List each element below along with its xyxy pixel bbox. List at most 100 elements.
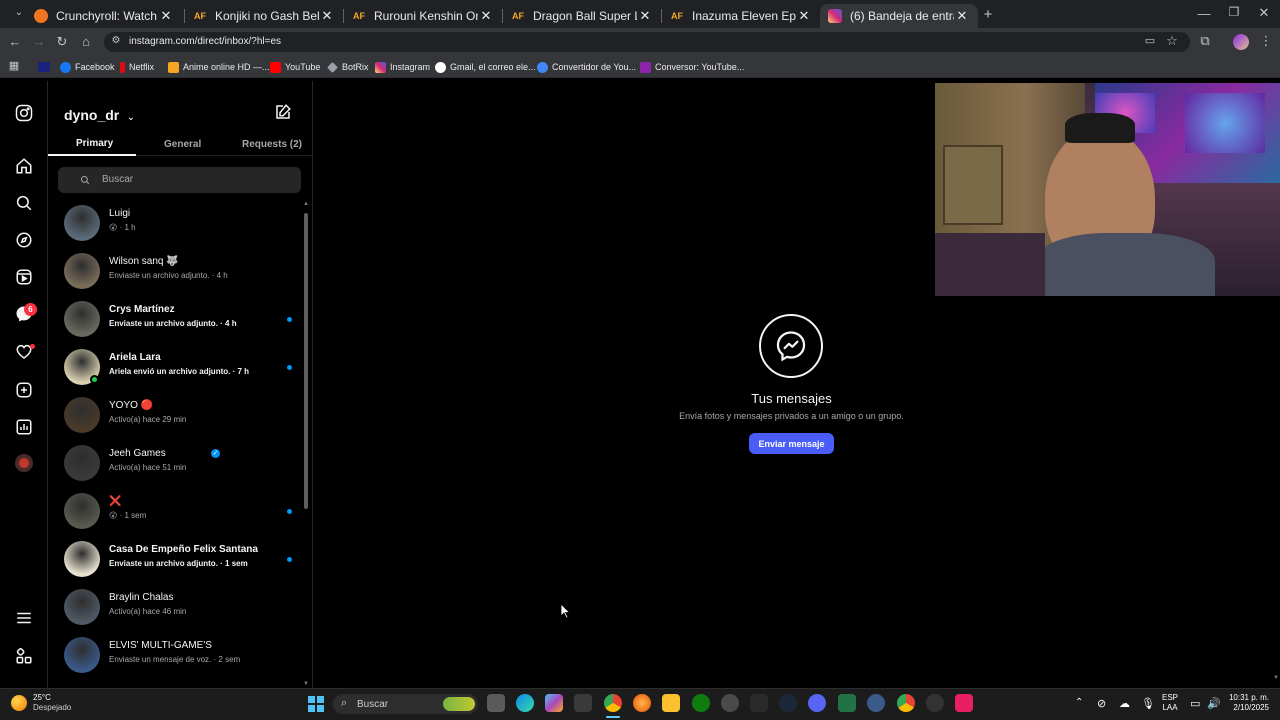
apps-grid-icon[interactable]: ▦ [5,59,23,72]
tray-app-icon[interactable]: ⊘ [1097,697,1106,710]
browser-tab-4[interactable]: AF Dragon Ball Super Latino Episo ✕ [503,4,661,28]
weather-widget[interactable]: 25°C Despejado [33,693,71,713]
maximize-icon[interactable]: ❐ [1225,5,1243,19]
task-view-icon[interactable] [487,694,505,712]
system-clock[interactable]: 10:31 p. m. 2/10/2025 [1223,693,1269,713]
conversation-row[interactable]: Wilson sanq 🐺 Enviaste un archivo adjunto… [48,249,298,297]
copilot-icon[interactable] [545,694,563,712]
reload-icon[interactable]: ↻ [53,34,71,50]
also-from-meta-icon[interactable] [13,645,35,667]
site-favicon: AF [512,11,524,21]
address-url[interactable]: instagram.com/direct/inbox/?hl=es [129,36,281,47]
discord-icon[interactable] [808,694,826,712]
conversation-name: Ariela Lara [109,352,161,363]
app-icon[interactable] [574,694,592,712]
conversation-row[interactable]: ELVIS' MULTI-GAME'S Enviaste un mensaje d… [48,633,298,681]
bookmark-botrix[interactable]: BotRix [327,60,369,74]
bookmark-facebook[interactable]: Facebook [60,60,115,74]
conversation-row[interactable]: Luigi 😮 · 1 h [48,201,298,249]
search-box[interactable]: Buscar [58,167,301,193]
forward-icon[interactable]: → [30,34,48,49]
bookmark-netflix[interactable]: Netflix [120,60,154,74]
conversation-row[interactable]: Braylin Chalas Activo(a) hace 46 min [48,585,298,633]
browser-tab-2[interactable]: AF Konjiki no Gash Bell!! Online Gr ✕ [185,4,343,28]
create-post-icon[interactable] [13,379,35,401]
home-nav-icon[interactable] [13,155,35,177]
bookmark-folder-icon[interactable] [38,62,50,72]
close-tab-icon[interactable]: ✕ [478,8,494,24]
chrome-profile-icon[interactable] [897,694,915,712]
conversation-row[interactable]: YOYO 🔴 Activo(a) hace 29 min [48,393,298,441]
close-tab-icon[interactable]: ✕ [158,8,174,24]
close-tab-icon[interactable]: ✕ [954,8,970,24]
4k-app-icon[interactable] [926,694,944,712]
bookmark-gmail[interactable]: Gmail, el correo ele... [435,60,536,74]
reels-icon[interactable] [13,266,35,288]
list-scrollbar[interactable]: ▲ ▼ [303,201,309,689]
bookmark-anime-online[interactable]: Anime online HD —... [168,60,270,74]
steam-icon[interactable] [779,694,797,712]
new-tab-icon[interactable]: + [979,6,997,23]
tab-general[interactable]: General [164,139,201,150]
conversation-avatar [64,301,100,337]
bookmark-instagram[interactable]: Instagram [375,60,430,74]
bookmark-conversor[interactable]: Conversor: YouTube... [640,60,744,74]
settings-app-icon[interactable] [867,694,885,712]
more-menu-icon[interactable] [13,607,35,629]
tab-primary[interactable]: Primary [76,138,113,149]
site-info-icon[interactable]: ⚙ [107,35,125,46]
file-explorer-icon[interactable] [662,694,680,712]
close-tab-icon[interactable]: ✕ [319,8,335,24]
language-indicator[interactable]: ESP LAA [1162,693,1178,713]
conversation-row[interactable]: ❌ 😮 · 1 sem [48,489,298,537]
weather-moon-icon[interactable] [11,695,27,711]
search-nav-icon[interactable] [13,192,35,214]
profile-nav-avatar[interactable] [15,454,33,472]
browser-tab-3[interactable]: AF Rurouni Kenshin Online Gratis ✕ [344,4,502,28]
profile-avatar[interactable] [1233,34,1249,50]
network-icon[interactable]: ▭ [1190,697,1200,710]
conversation-name: Jeeh Games [109,448,166,459]
xbox-icon[interactable] [692,694,710,712]
volume-icon[interactable]: 🔊 [1207,697,1221,710]
bookmark-star-icon[interactable]: ☆ [1163,33,1181,49]
epic-games-icon[interactable] [750,694,768,712]
onedrive-cloud-icon[interactable]: ☁ [1119,697,1130,710]
chrome-icon[interactable] [604,694,622,712]
new-message-compose-icon[interactable] [274,103,294,123]
conversation-row[interactable]: Ariela Lara Ariela envió un archivo adjun… [48,345,298,393]
excel-icon[interactable] [838,694,856,712]
back-icon[interactable]: ← [6,34,24,49]
home-icon[interactable]: ⌂ [77,34,95,49]
show-hidden-icons[interactable]: ⌃ [1075,697,1083,708]
menu-kebab-icon[interactable]: ⋮ [1257,33,1275,49]
app-icon-2[interactable] [721,694,739,712]
browser-tab-6-active[interactable]: (6) Bandeja de entrada • Chats ✕ [820,4,978,28]
conversation-row[interactable]: Casa De Empeño Felix Santana Enviaste un … [48,537,298,585]
windows-start-icon[interactable] [308,696,324,712]
minimize-icon[interactable]: — [1195,6,1213,21]
close-tab-icon[interactable]: ✕ [637,8,653,24]
browser-tab-1[interactable]: Crunchyroll: Watch Popular Ani ✕ [26,4,182,28]
dashboard-insights-icon[interactable] [13,416,35,438]
conversation-row[interactable]: Crys Martínez Enviaste un archivo adjunto… [48,297,298,345]
account-switcher[interactable]: dyno_dr ⌄ [64,107,135,123]
tab-requests[interactable]: Requests (2) [242,139,302,150]
bookmark-youtube[interactable]: YouTube [270,60,320,74]
microphone-icon[interactable]: 🎙 [1141,697,1155,710]
conversation-preview: Enviaste un mensaje de voz. · 2 sem [109,655,241,664]
explore-compass-icon[interactable] [13,229,35,251]
taskbar-search-box[interactable]: ⌕ Buscar [333,694,478,714]
cast-icon[interactable]: ▭ [1141,34,1159,47]
browser-tab-5[interactable]: AF Inazuma Eleven Episodio 7 Sub ✕ [662,4,820,28]
tiktok-icon[interactable] [955,694,973,712]
edge-icon[interactable] [516,694,534,712]
extensions-icon[interactable]: ⧉ [1196,33,1214,49]
send-message-button[interactable]: Enviar mensaje [749,433,834,454]
conversation-row[interactable]: Jeeh Games Activo(a) hace 51 min [48,441,298,489]
close-tab-icon[interactable]: ✕ [796,8,812,24]
close-window-icon[interactable]: ✕ [1255,5,1273,21]
firefox-icon[interactable] [633,694,651,712]
instagram-logo-icon[interactable] [13,102,35,124]
bookmark-convertidor[interactable]: Convertidor de You... [537,60,636,74]
